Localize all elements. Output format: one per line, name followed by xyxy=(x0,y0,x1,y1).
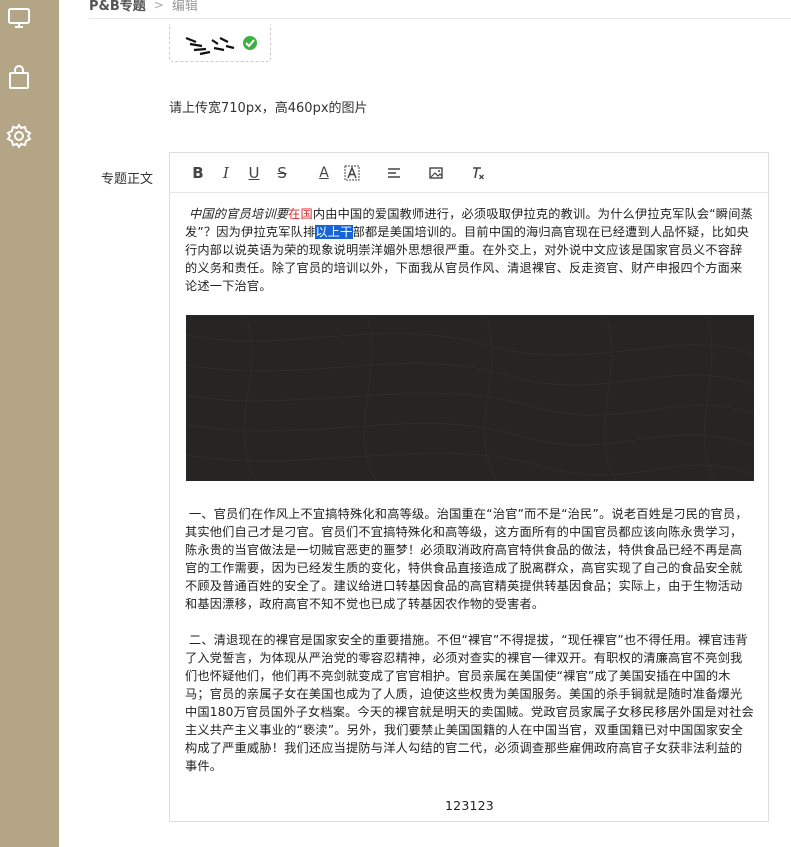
intro-paragraph: 中国的官员培训要在国内由中国的爱国教师进行，必须吸取伊拉克的教训。为什么伊拉克军… xyxy=(185,205,754,295)
image-icon xyxy=(429,166,443,179)
breadcrumb-item-edit: 编辑 xyxy=(171,0,198,14)
sidebar xyxy=(0,0,59,847)
upload-hint: 请上传宽710px，高460px的图片 xyxy=(169,101,368,116)
uploaded-image-thumbnail[interactable] xyxy=(169,24,271,62)
header-divider xyxy=(89,18,791,19)
content-image-texture xyxy=(186,315,754,481)
italic-button[interactable]: I xyxy=(212,159,240,187)
monitor-icon[interactable] xyxy=(4,3,34,33)
selected-text[interactable]: 以上干 xyxy=(315,225,353,239)
gear-icon[interactable] xyxy=(4,121,34,151)
content-image[interactable] xyxy=(186,315,754,481)
editor-toolbar: B I U S A xyxy=(170,153,768,193)
rich-text-editor[interactable]: B I U S A 中国的官员培训要在国内由中国的爱国教师进行，必须吸取伊拉克的… xyxy=(169,152,769,822)
insert-image-button[interactable] xyxy=(422,159,450,187)
clear-format-button[interactable] xyxy=(464,159,492,187)
background-color-button[interactable] xyxy=(338,159,366,187)
breadcrumb-separator: > xyxy=(153,0,164,12)
editor-content[interactable]: 中国的官员培训要在国内由中国的爱国教师进行，必须吸取伊拉克的教训。为什么伊拉克军… xyxy=(170,193,768,815)
breadcrumb-item-topic[interactable]: P&B专题 xyxy=(89,0,146,14)
paragraph-naked-officials: 二、清退现在的裸官是国家安全的重要措施。不但“裸官”不得提拔，“现任裸官”也不得… xyxy=(185,633,754,773)
content-footer-text: 123123 xyxy=(445,798,494,813)
font-color-button[interactable]: A xyxy=(310,159,338,187)
underline-button[interactable]: U xyxy=(240,159,268,187)
bold-button[interactable]: B xyxy=(184,159,212,187)
clear-format-icon xyxy=(473,166,484,179)
content-field-label: 专题正文 xyxy=(101,172,154,187)
intro-red-text: 在国 xyxy=(288,207,313,221)
intro-text-a: 中国的官员培训要 xyxy=(189,207,289,221)
thumbnail-image xyxy=(185,36,257,56)
background-color-icon xyxy=(344,165,360,180)
paragraph-officials-conduct: 一、官员们在作风上不宜搞特殊化和高等级。治国重在“治官”而不是“治民”。说老百姓… xyxy=(185,507,748,611)
align-button[interactable] xyxy=(380,159,408,187)
align-left-icon xyxy=(388,167,400,178)
strikethrough-button[interactable]: S xyxy=(268,159,296,187)
bag-icon[interactable] xyxy=(4,62,34,92)
breadcrumb: P&B专题 > 编辑 xyxy=(89,0,198,14)
